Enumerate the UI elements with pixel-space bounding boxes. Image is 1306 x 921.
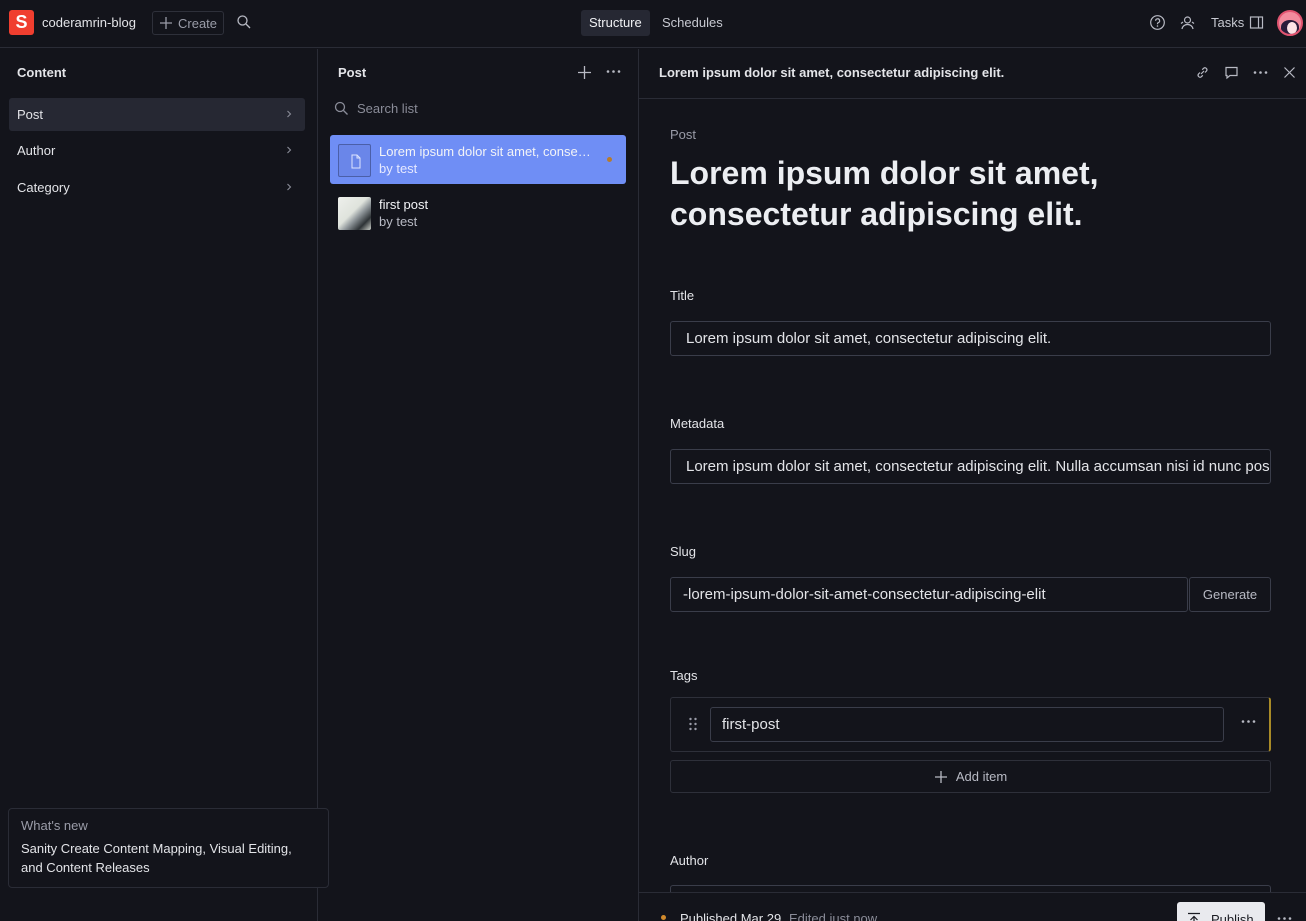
- whats-new-text: Sanity Create Content Mapping, Visual Ed…: [21, 841, 292, 875]
- publish-button[interactable]: Publish: [1177, 902, 1265, 921]
- add-item-button[interactable]: Add item: [670, 760, 1271, 793]
- sidebar-item-author[interactable]: Author: [9, 134, 305, 167]
- top-navbar: S coderamrin-blog Create Structure Sched…: [0, 0, 1306, 48]
- tags-array: first-post: [670, 697, 1271, 752]
- tasks-label[interactable]: Tasks: [1211, 15, 1244, 30]
- editor-header-title: Lorem ipsum dolor sit amet, consectetur …: [659, 65, 1005, 80]
- sidebar-item-label: Post: [17, 107, 44, 122]
- tab-schedules[interactable]: Schedules: [654, 10, 731, 36]
- post-pane-title: Post: [338, 65, 367, 80]
- document-title: first post: [379, 197, 429, 212]
- generate-slug-button[interactable]: Generate: [1189, 577, 1271, 612]
- document-editor-pane: Lorem ipsum dolor sit amet, consectetur …: [639, 49, 1306, 921]
- status-dot: [661, 915, 666, 920]
- more-options-icon[interactable]: [1241, 717, 1256, 726]
- title-field-label: Title: [670, 288, 695, 303]
- document-icon: [338, 144, 371, 177]
- document-list-item[interactable]: Lorem ipsum dolor sit amet, consectetur …: [330, 135, 626, 184]
- sidebar-item-category[interactable]: Category: [9, 171, 305, 204]
- edited-status-dot: [607, 157, 612, 162]
- search-icon[interactable]: [236, 14, 252, 30]
- drag-handle-icon[interactable]: [687, 717, 699, 731]
- document-subtitle: by test: [379, 161, 418, 176]
- content-pane-title: Content: [17, 65, 67, 80]
- published-status: Published Mar 29: [680, 911, 782, 921]
- sanity-logo[interactable]: S: [9, 10, 34, 35]
- sidebar-item-post[interactable]: Post: [9, 98, 305, 131]
- document-list-item[interactable]: first post by test: [330, 188, 626, 237]
- presence-icon[interactable]: [1179, 14, 1196, 31]
- plus-icon: [159, 16, 173, 30]
- document-heading: Lorem ipsum dolor sit amet, consectetur …: [670, 155, 1099, 232]
- sidebar-panel-icon[interactable]: [1249, 15, 1264, 30]
- metadata-input[interactable]: Lorem ipsum dolor sit amet, consectetur …: [670, 449, 1271, 484]
- plus-icon: [934, 770, 948, 784]
- more-options-icon[interactable]: [1253, 68, 1268, 77]
- document-type-label: Post: [670, 127, 697, 142]
- chevron-right-icon: [285, 145, 293, 155]
- search-list-field[interactable]: Search list: [334, 101, 418, 116]
- create-label: Create: [178, 15, 218, 31]
- content-pane: Content Post Author Category: [0, 49, 318, 921]
- link-icon[interactable]: [1195, 65, 1210, 80]
- sidebar-item-label: Author: [17, 143, 56, 158]
- publish-icon: [1187, 912, 1201, 921]
- chevron-right-icon: [285, 109, 293, 119]
- comments-icon[interactable]: [1224, 65, 1239, 80]
- create-button[interactable]: Create: [152, 11, 224, 35]
- document-status-bar: Published Mar 29 Edited just now Publish: [639, 892, 1306, 921]
- tab-structure[interactable]: Structure: [581, 10, 650, 36]
- post-list-pane: Post Search list Lorem ipsum dolor sit a…: [318, 49, 639, 921]
- user-avatar[interactable]: [1277, 10, 1303, 36]
- edited-status: Edited just now: [789, 911, 878, 921]
- author-field-label: Author: [670, 853, 709, 868]
- sidebar-item-label: Category: [17, 180, 70, 195]
- search-icon: [334, 101, 349, 116]
- close-icon[interactable]: [1282, 65, 1297, 80]
- document-thumbnail: [338, 197, 371, 230]
- publish-label: Publish: [1211, 911, 1254, 921]
- more-options-icon[interactable]: [1277, 914, 1292, 921]
- tags-field-label: Tags: [670, 668, 698, 683]
- document-title: Lorem ipsum dolor sit amet, consectetur …: [379, 144, 595, 159]
- slug-field-label: Slug: [670, 544, 697, 559]
- document-subtitle: by test: [379, 214, 418, 229]
- whats-new-label: What's new: [21, 818, 88, 833]
- title-input[interactable]: Lorem ipsum dolor sit amet, consectetur …: [670, 321, 1271, 356]
- editor-header: Lorem ipsum dolor sit amet, consectetur …: [639, 49, 1306, 99]
- project-name[interactable]: coderamrin-blog: [42, 15, 136, 30]
- slug-input[interactable]: -lorem-ipsum-dolor-sit-amet-consectetur-…: [670, 577, 1188, 612]
- metadata-field-label: Metadata: [670, 416, 725, 431]
- tag-input[interactable]: first-post: [710, 707, 1224, 742]
- add-item-label: Add item: [955, 769, 1008, 784]
- whats-new-card[interactable]: What's new Sanity Create Content Mapping…: [8, 808, 329, 888]
- chevron-right-icon: [285, 182, 293, 192]
- search-list-placeholder: Search list: [357, 101, 418, 116]
- add-document-icon[interactable]: [577, 65, 592, 80]
- help-icon[interactable]: [1149, 14, 1166, 31]
- more-options-icon[interactable]: [606, 67, 621, 76]
